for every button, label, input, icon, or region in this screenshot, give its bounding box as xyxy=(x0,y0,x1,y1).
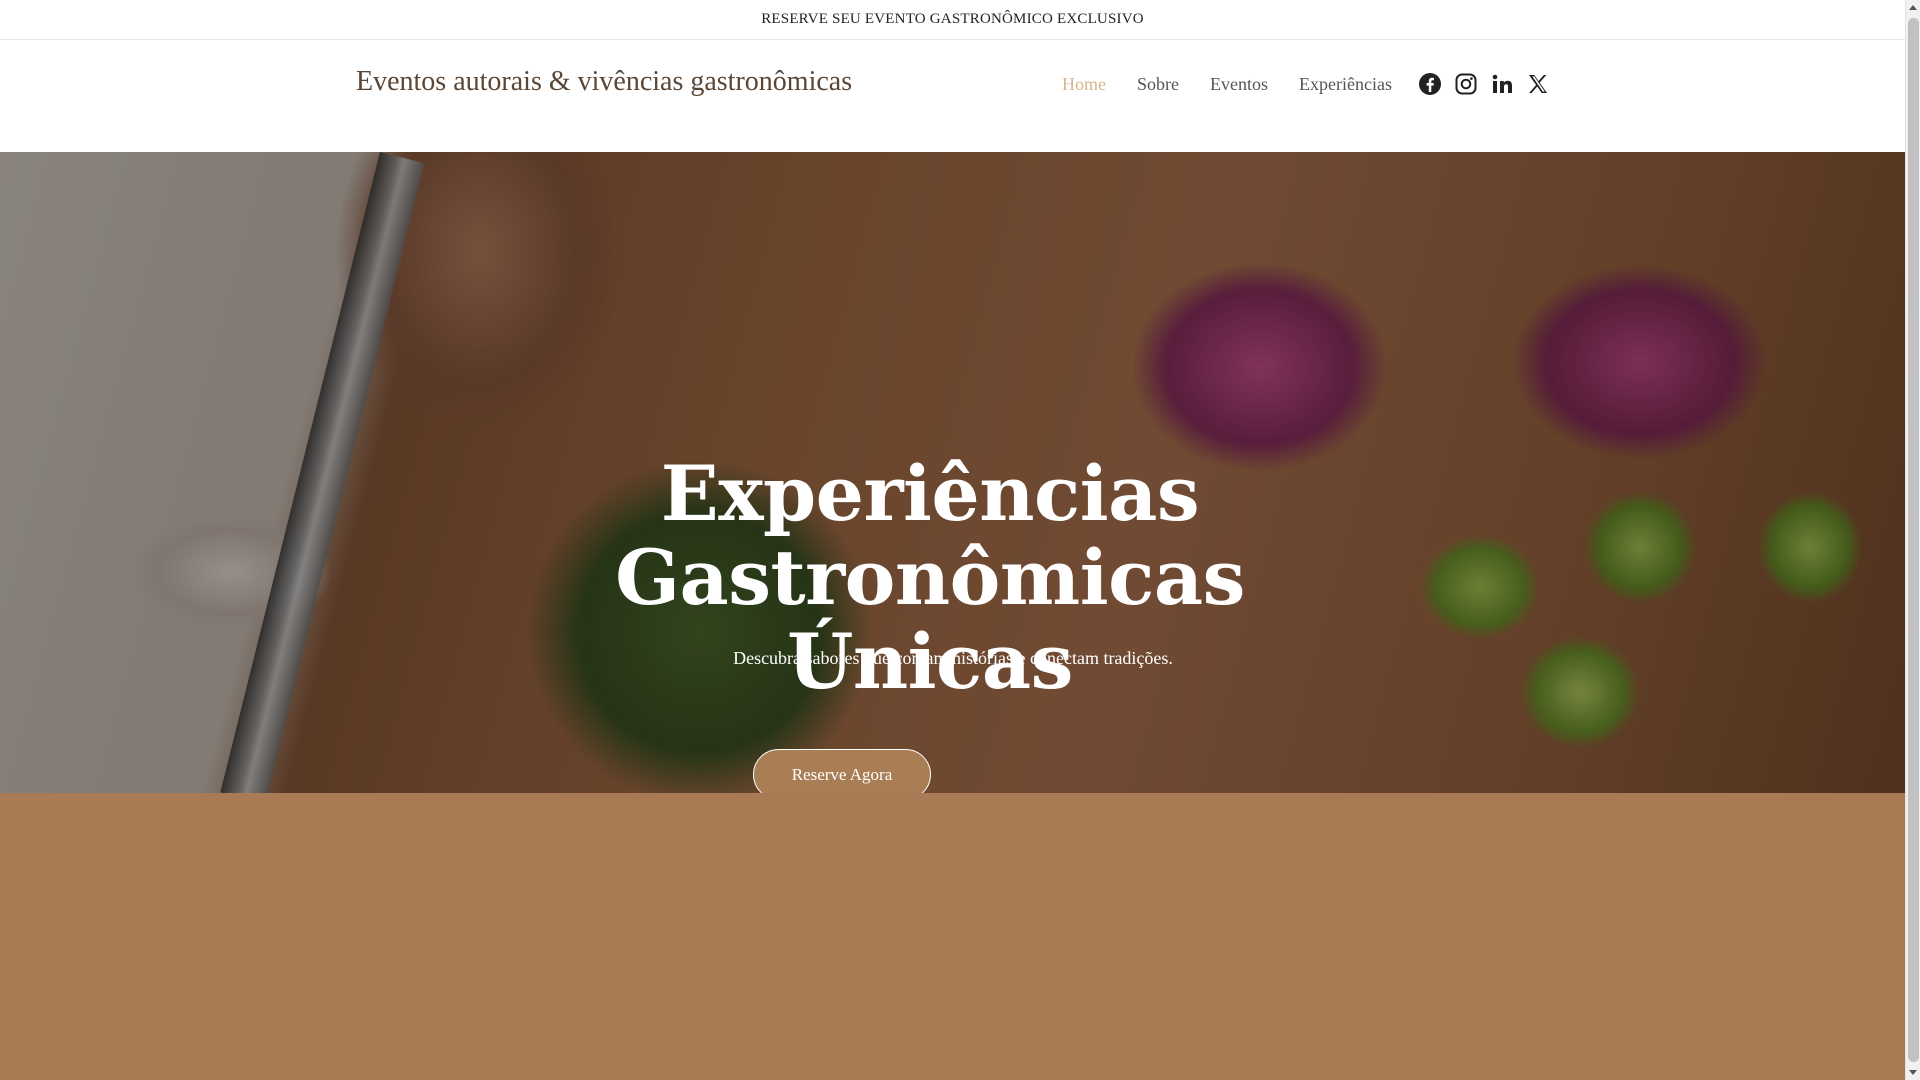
announcement-text: RESERVE SEU EVENTO GASTRONÔMICO EXCLUSIV… xyxy=(761,11,1144,27)
hero-title-line2: Gastronômicas Únicas xyxy=(615,533,1245,706)
site-header: Eventos autorais & vivências gastronômic… xyxy=(0,40,1905,152)
social-links xyxy=(1418,72,1562,96)
content-section xyxy=(0,793,1905,1080)
nav-item-experiencias[interactable]: Experiências xyxy=(1299,74,1392,95)
x-icon[interactable] xyxy=(1526,72,1550,96)
hero-title-line1: Experiências xyxy=(660,449,1200,538)
hero-section: Experiências Gastronômicas Únicas Descub… xyxy=(0,152,1905,793)
scroll-up-icon[interactable] xyxy=(1909,5,1917,10)
nav-item-eventos[interactable]: Eventos xyxy=(1210,74,1268,95)
page-scrollbar[interactable] xyxy=(1905,0,1920,1080)
scrollbar-thumb[interactable] xyxy=(1908,18,1919,1062)
hero-subtitle: Descubra sabores que contam histórias e … xyxy=(733,648,1173,668)
scroll-down-icon[interactable] xyxy=(1909,1070,1917,1075)
site-title[interactable]: Eventos autorais & vivências gastronômic… xyxy=(356,66,852,98)
reserve-button[interactable]: Reserve Agora xyxy=(753,749,931,793)
facebook-icon[interactable] xyxy=(1418,72,1442,96)
nav-item-home[interactable]: Home xyxy=(1062,74,1106,95)
instagram-icon[interactable] xyxy=(1454,72,1478,96)
main-nav: Home Sobre Eventos Experiências xyxy=(1062,74,1423,95)
linkedin-icon[interactable] xyxy=(1490,72,1514,96)
announcement-bar: RESERVE SEU EVENTO GASTRONÔMICO EXCLUSIV… xyxy=(0,0,1905,40)
nav-item-sobre[interactable]: Sobre xyxy=(1137,74,1179,95)
